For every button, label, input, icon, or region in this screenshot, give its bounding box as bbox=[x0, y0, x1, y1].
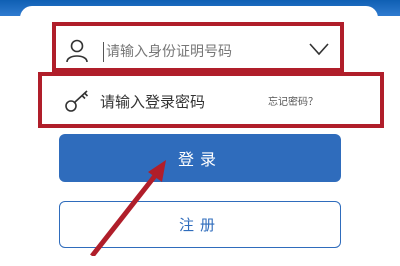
login-button[interactable]: 登录 bbox=[59, 134, 341, 182]
annotation-highlight-password-field bbox=[38, 72, 384, 128]
register-button[interactable]: 注册 bbox=[59, 201, 341, 248]
annotation-highlight-id-field bbox=[52, 22, 344, 72]
